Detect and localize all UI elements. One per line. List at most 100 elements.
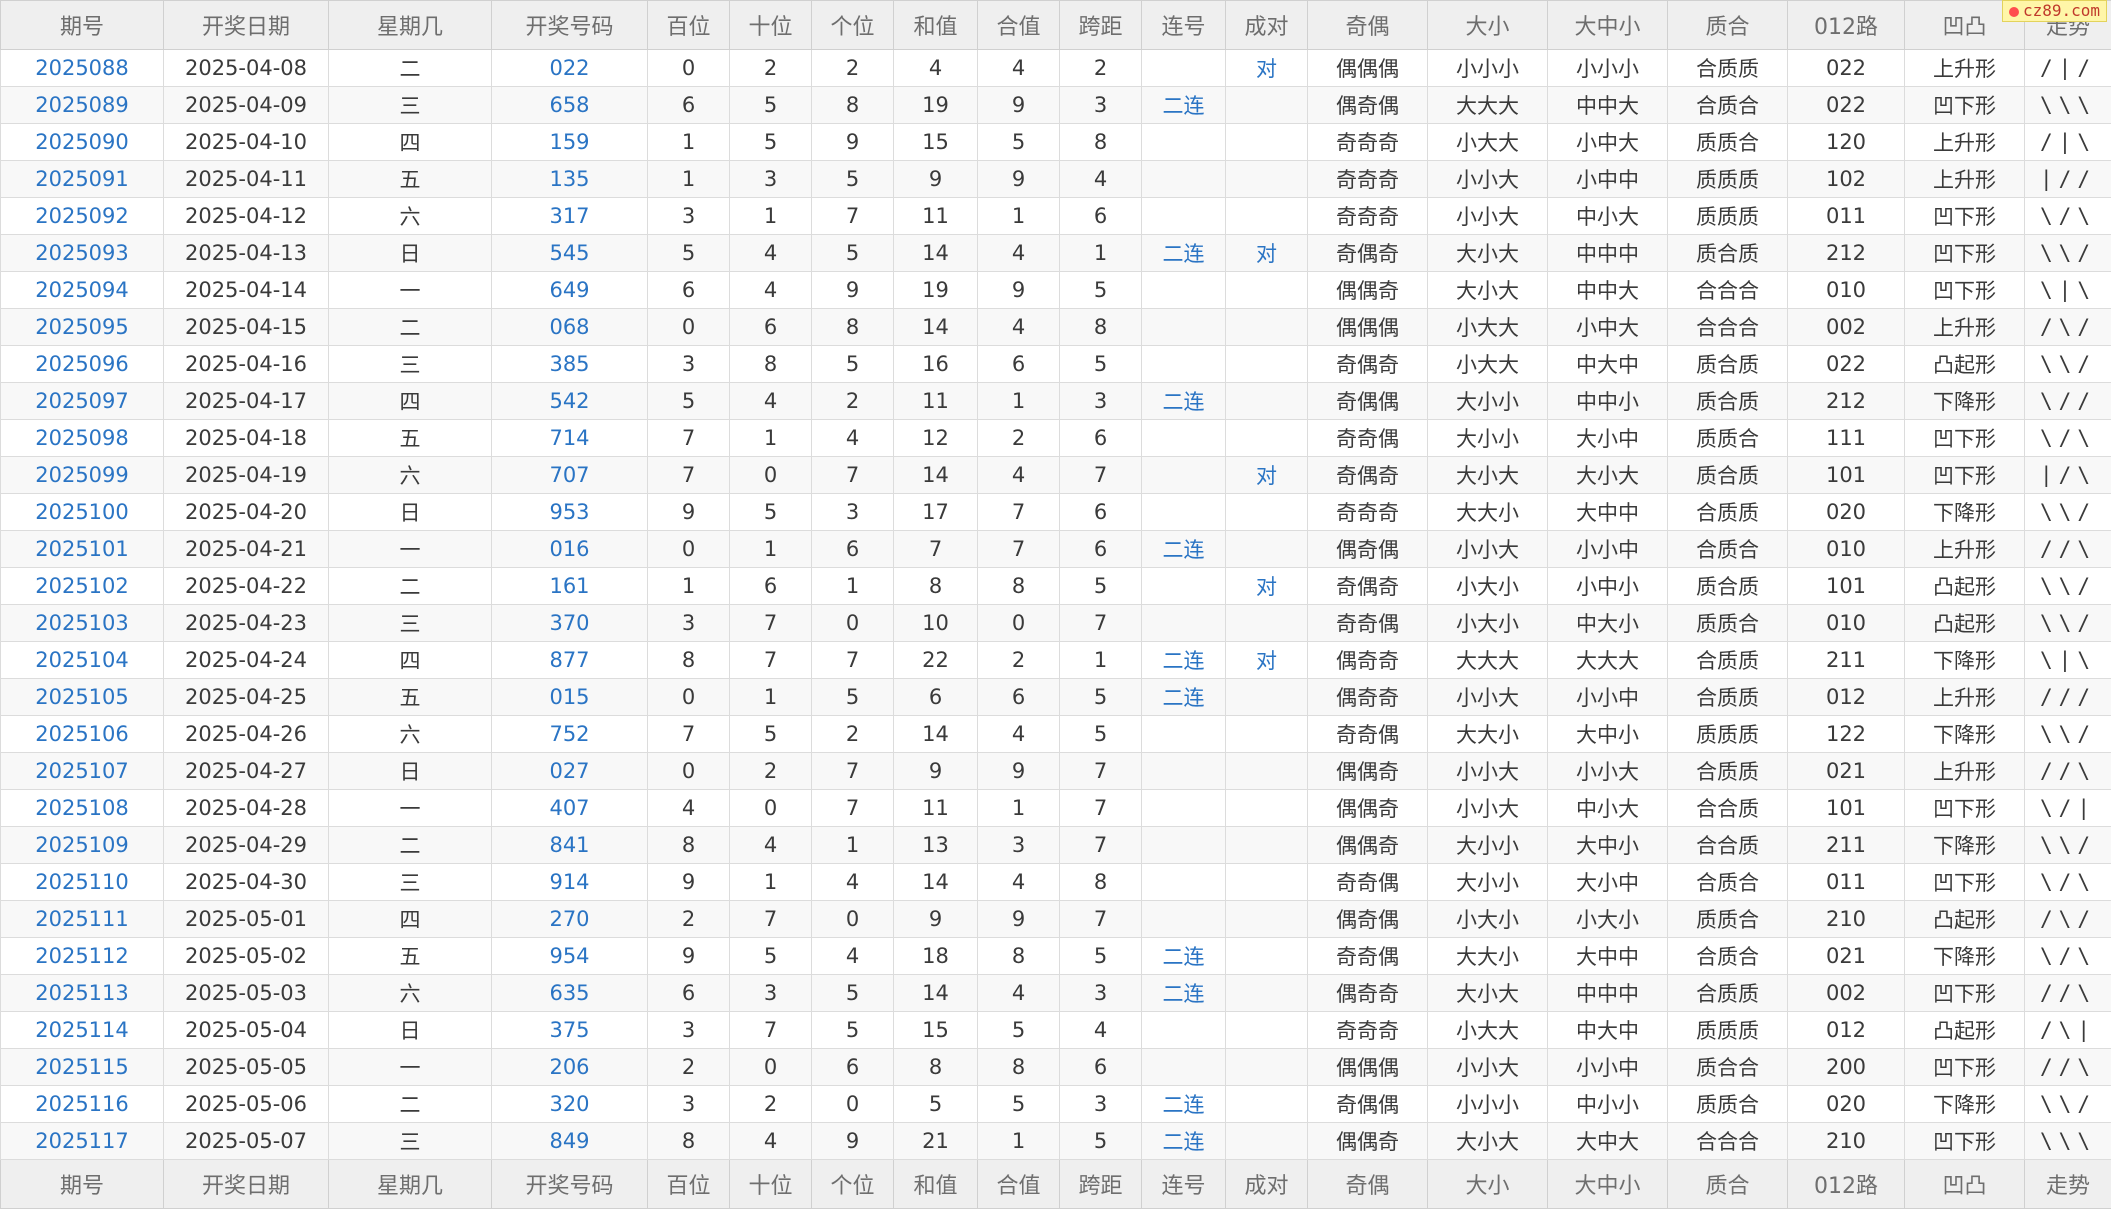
cell-issue[interactable]: 2025094 (1, 272, 164, 309)
cell-issue[interactable]: 2025106 (1, 716, 164, 753)
cell-shape: 上升形 (1905, 309, 2025, 346)
cell-hundreds: 7 (648, 420, 730, 457)
cell-tens: 5 (730, 124, 812, 161)
cell-issue[interactable]: 2025095 (1, 309, 164, 346)
cell-issue[interactable]: 2025104 (1, 642, 164, 679)
cell-issue[interactable]: 2025111 (1, 901, 164, 938)
cell-units: 5 (812, 1012, 894, 1049)
cell-odd-even: 奇奇偶 (1308, 420, 1428, 457)
cell-big-small: 大大小 (1428, 494, 1548, 531)
cell-span: 7 (1060, 457, 1142, 494)
cell-trend: \\/ (2025, 568, 2111, 605)
cell-pair (1226, 309, 1308, 346)
cell-date: 2025-04-21 (164, 531, 329, 568)
cell-issue[interactable]: 2025116 (1, 1086, 164, 1123)
cell-issue[interactable]: 2025092 (1, 198, 164, 235)
cell-numbers: 317 (492, 198, 648, 235)
cell-consecutive (1142, 1012, 1226, 1049)
cell-date: 2025-04-20 (164, 494, 329, 531)
cell-consecutive (1142, 716, 1226, 753)
cell-issue[interactable]: 2025112 (1, 938, 164, 975)
cell-issue[interactable]: 2025107 (1, 753, 164, 790)
cell-issue[interactable]: 2025090 (1, 124, 164, 161)
cell-issue[interactable]: 2025102 (1, 568, 164, 605)
cell-prime-composite: 合合合 (1668, 1123, 1788, 1160)
cell-big-small: 小小小 (1428, 50, 1548, 87)
cell-units: 2 (812, 716, 894, 753)
cell-big-mid-small: 中中小 (1548, 383, 1668, 420)
cell-span: 5 (1060, 716, 1142, 753)
header-col-date: 开奖日期 (164, 1, 329, 50)
cell-issue[interactable]: 2025108 (1, 790, 164, 827)
cell-issue[interactable]: 2025091 (1, 161, 164, 198)
cell-big-mid-small: 中小大 (1548, 790, 1668, 827)
cell-issue[interactable]: 2025097 (1, 383, 164, 420)
cell-issue[interactable]: 2025110 (1, 864, 164, 901)
cell-shape: 凹下形 (1905, 198, 2025, 235)
cell-mod-sum: 8 (978, 938, 1060, 975)
cell-odd-even: 偶奇奇 (1308, 642, 1428, 679)
cell-span: 5 (1060, 1123, 1142, 1160)
cell-issue[interactable]: 2025088 (1, 50, 164, 87)
cell-prime-composite: 质质合 (1668, 901, 1788, 938)
cell-012-route: 111 (1788, 420, 1905, 457)
cell-shape: 凸起形 (1905, 346, 2025, 383)
lottery-history-table: 期号开奖日期星期几开奖号码百位十位个位和值合值跨距连号成对奇偶大小大中小质合01… (0, 0, 2111, 1209)
cell-date: 2025-04-10 (164, 124, 329, 161)
cell-units: 1 (812, 827, 894, 864)
cell-trend: \\/ (2025, 1086, 2111, 1123)
cell-span: 7 (1060, 753, 1142, 790)
cell-big-small: 小大小 (1428, 901, 1548, 938)
cell-consecutive (1142, 309, 1226, 346)
cell-big-small: 大大小 (1428, 938, 1548, 975)
cell-issue[interactable]: 2025103 (1, 605, 164, 642)
cell-span: 8 (1060, 124, 1142, 161)
cell-issue[interactable]: 2025113 (1, 975, 164, 1012)
footer-col-units: 个位 (812, 1160, 894, 1209)
cell-big-mid-small: 中小小 (1548, 1086, 1668, 1123)
cell-issue[interactable]: 2025115 (1, 1049, 164, 1086)
cell-sum: 15 (894, 124, 978, 161)
cell-date: 2025-04-28 (164, 790, 329, 827)
cell-issue[interactable]: 2025089 (1, 87, 164, 124)
cell-issue[interactable]: 2025093 (1, 235, 164, 272)
cell-numbers: 407 (492, 790, 648, 827)
cell-sum: 8 (894, 568, 978, 605)
cell-span: 7 (1060, 605, 1142, 642)
cell-sum: 6 (894, 679, 978, 716)
cell-units: 5 (812, 161, 894, 198)
cell-issue[interactable]: 2025105 (1, 679, 164, 716)
cell-prime-composite: 质合合 (1668, 1049, 1788, 1086)
cell-012-route: 012 (1788, 679, 1905, 716)
cell-sum: 22 (894, 642, 978, 679)
cell-date: 2025-04-14 (164, 272, 329, 309)
cell-pair (1226, 938, 1308, 975)
footer-col-weekday: 星期几 (329, 1160, 492, 1209)
cell-numbers: 849 (492, 1123, 648, 1160)
cell-issue[interactable]: 2025114 (1, 1012, 164, 1049)
cell-shape: 下降形 (1905, 716, 2025, 753)
cell-issue[interactable]: 2025100 (1, 494, 164, 531)
cell-date: 2025-04-19 (164, 457, 329, 494)
cell-span: 1 (1060, 235, 1142, 272)
cell-hundreds: 3 (648, 1012, 730, 1049)
cell-odd-even: 奇奇偶 (1308, 716, 1428, 753)
cell-issue[interactable]: 2025098 (1, 420, 164, 457)
cell-012-route: 010 (1788, 531, 1905, 568)
cell-big-small: 小大大 (1428, 124, 1548, 161)
cell-hundreds: 4 (648, 790, 730, 827)
cell-trend: \\/ (2025, 716, 2111, 753)
cell-units: 8 (812, 87, 894, 124)
cell-prime-composite: 质合质 (1668, 457, 1788, 494)
cell-hundreds: 8 (648, 642, 730, 679)
cell-issue[interactable]: 2025109 (1, 827, 164, 864)
cell-issue[interactable]: 2025117 (1, 1123, 164, 1160)
cell-big-small: 大小小 (1428, 827, 1548, 864)
cell-weekday: 三 (329, 864, 492, 901)
cell-issue[interactable]: 2025099 (1, 457, 164, 494)
cell-date: 2025-04-29 (164, 827, 329, 864)
cell-issue[interactable]: 2025101 (1, 531, 164, 568)
cell-issue[interactable]: 2025096 (1, 346, 164, 383)
cell-trend: \\/ (2025, 346, 2111, 383)
cell-big-small: 小小小 (1428, 1086, 1548, 1123)
